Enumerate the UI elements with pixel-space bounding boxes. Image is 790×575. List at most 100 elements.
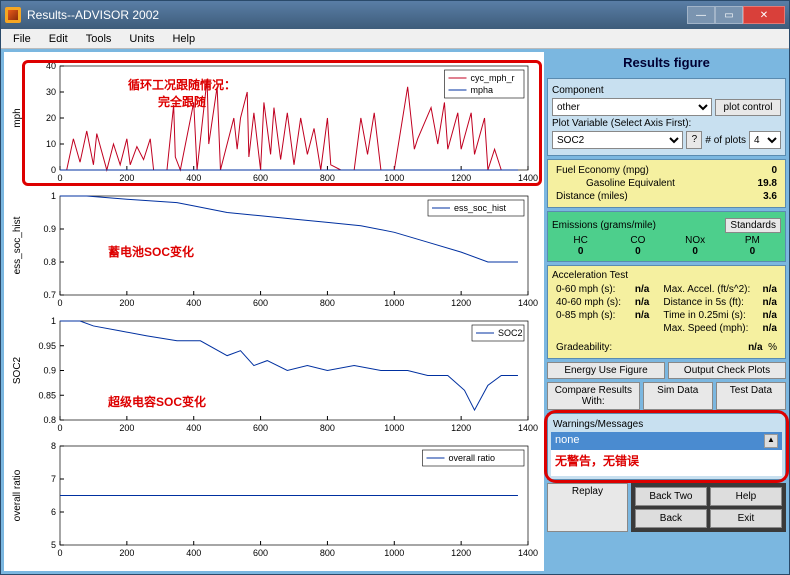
svg-text:5: 5 [51,540,56,550]
svg-text:mpha: mpha [471,85,494,95]
svg-text:cyc_mph_r: cyc_mph_r [471,73,515,83]
svg-text:ess_soc_hist: ess_soc_hist [12,216,23,274]
svg-text:1200: 1200 [451,548,471,558]
svg-text:800: 800 [320,173,335,183]
energy-use-figure-button[interactable]: Energy Use Figure [547,362,665,379]
svg-text:overall ratio: overall ratio [449,453,496,463]
time-025mi-label: Time in 0.25mi (s): [663,310,745,321]
num-plots-label: # of plots [705,135,746,146]
component-panel: Component other plot control Plot Variab… [547,78,786,156]
svg-text:200: 200 [119,423,134,433]
menubar: File Edit Tools Units Help [1,29,789,49]
help-button[interactable]: Help [710,487,782,506]
pm-value: 0 [750,246,756,257]
exit-button[interactable]: Exit [710,509,782,528]
svg-text:20: 20 [46,113,56,123]
svg-text:200: 200 [119,298,134,308]
max-accel-label: Max. Accel. (ft/s^2): [663,284,750,295]
svg-text:200: 200 [119,548,134,558]
num-plots-select[interactable]: 4 [749,131,781,149]
svg-text:0: 0 [57,423,62,433]
help-icon-button[interactable]: ? [686,131,702,149]
accel-0-85-value: n/a [635,310,649,321]
subplot-4[interactable]: 02004006008001000120014005678overall rat… [8,438,540,563]
emissions-panel: Emissions (grams/mile) Standards HC0 CO0… [547,211,786,262]
annotation-3: 超级电容SOC变化 [108,393,206,410]
svg-text:1000: 1000 [384,173,404,183]
plot-control-button[interactable]: plot control [715,99,781,116]
results-figure-title: Results figure [547,52,786,75]
menu-help[interactable]: Help [164,31,203,47]
svg-text:1000: 1000 [384,423,404,433]
gas-equiv-value: 19.8 [758,178,777,189]
standards-button[interactable]: Standards [725,218,781,233]
menu-units[interactable]: Units [121,31,162,47]
svg-text:1200: 1200 [451,423,471,433]
close-button[interactable]: ✕ [743,6,785,24]
accel-40-60-label: 40-60 mph (s): [556,297,621,308]
accel-panel: Acceleration Test 0-60 mph (s):n/a 40-60… [547,265,786,359]
pm-label: PM [724,235,781,246]
nox-value: 0 [692,246,698,257]
accel-0-60-label: 0-60 mph (s): [556,284,615,295]
fuel-economy-panel: Fuel Economy (mpg)0 Gasoline Equivalent1… [547,159,786,208]
svg-text:1400: 1400 [518,548,538,558]
svg-text:800: 800 [320,298,335,308]
svg-text:1000: 1000 [384,548,404,558]
co-label: CO [609,235,666,246]
time-025mi-value: n/a [763,310,777,321]
back-two-button[interactable]: Back Two [635,487,707,506]
emissions-label: Emissions (grams/mile) [552,220,656,231]
svg-text:30: 30 [46,87,56,97]
max-accel-value: n/a [763,284,777,295]
component-select[interactable]: other [552,98,712,116]
svg-text:0.85: 0.85 [38,390,56,400]
warnings-header: Warnings/Messages [551,417,782,432]
plot-variable-select[interactable]: SOC2 [552,131,683,149]
svg-text:SOC2: SOC2 [498,328,523,338]
accel-0-85-label: 0-85 mph (s): [556,310,615,321]
co-value: 0 [635,246,641,257]
svg-text:0.95: 0.95 [38,341,56,351]
svg-text:0: 0 [57,298,62,308]
svg-text:mph: mph [12,108,23,127]
subplot-3[interactable]: 超级电容SOC变化 02004006008001000120014000.80.… [8,313,540,438]
svg-text:1000: 1000 [384,298,404,308]
svg-text:1400: 1400 [518,298,538,308]
subplot-1[interactable]: 循环工况跟随情况： 完全跟随 0200400600800100012001400… [8,58,540,188]
svg-text:overall ratio: overall ratio [12,469,23,521]
svg-text:1: 1 [51,316,56,326]
svg-text:200: 200 [119,173,134,183]
sim-data-button[interactable]: Sim Data [643,382,713,410]
annotation-1b: 完全跟随 [128,93,236,110]
hc-value: 0 [578,246,584,257]
svg-text:7: 7 [51,474,56,484]
replay-button[interactable]: Replay [547,483,628,532]
back-button[interactable]: Back [635,509,707,528]
svg-text:0: 0 [57,548,62,558]
warnings-scroll-up-icon[interactable]: ▲ [764,434,778,448]
subplot-2[interactable]: 蓄电池SOC变化 02004006008001000120014000.70.8… [8,188,540,313]
svg-text:0: 0 [51,165,56,175]
svg-text:0.9: 0.9 [43,224,56,234]
maximize-button[interactable]: ▭ [715,6,743,24]
menu-file[interactable]: File [5,31,39,47]
menu-edit[interactable]: Edit [41,31,76,47]
warnings-content: 无警告，无错误 [551,450,782,476]
svg-text:400: 400 [186,423,201,433]
svg-text:10: 10 [46,139,56,149]
dist-5s-value: n/a [763,297,777,308]
warnings-list[interactable]: none ▲ [551,432,782,450]
accel-40-60-value: n/a [635,297,649,308]
menu-tools[interactable]: Tools [78,31,120,47]
test-data-button[interactable]: Test Data [716,382,786,410]
svg-text:400: 400 [186,548,201,558]
fuel-economy-value: 0 [771,165,777,176]
svg-text:ess_soc_hist: ess_soc_hist [454,203,507,213]
minimize-button[interactable]: — [687,6,715,24]
output-check-plots-button[interactable]: Output Check Plots [668,362,786,379]
plot-variable-label: Plot Variable (Select Axis First): [552,118,691,129]
warnings-item: none [555,434,579,448]
svg-text:8: 8 [51,441,56,451]
component-label: Component [552,85,604,96]
